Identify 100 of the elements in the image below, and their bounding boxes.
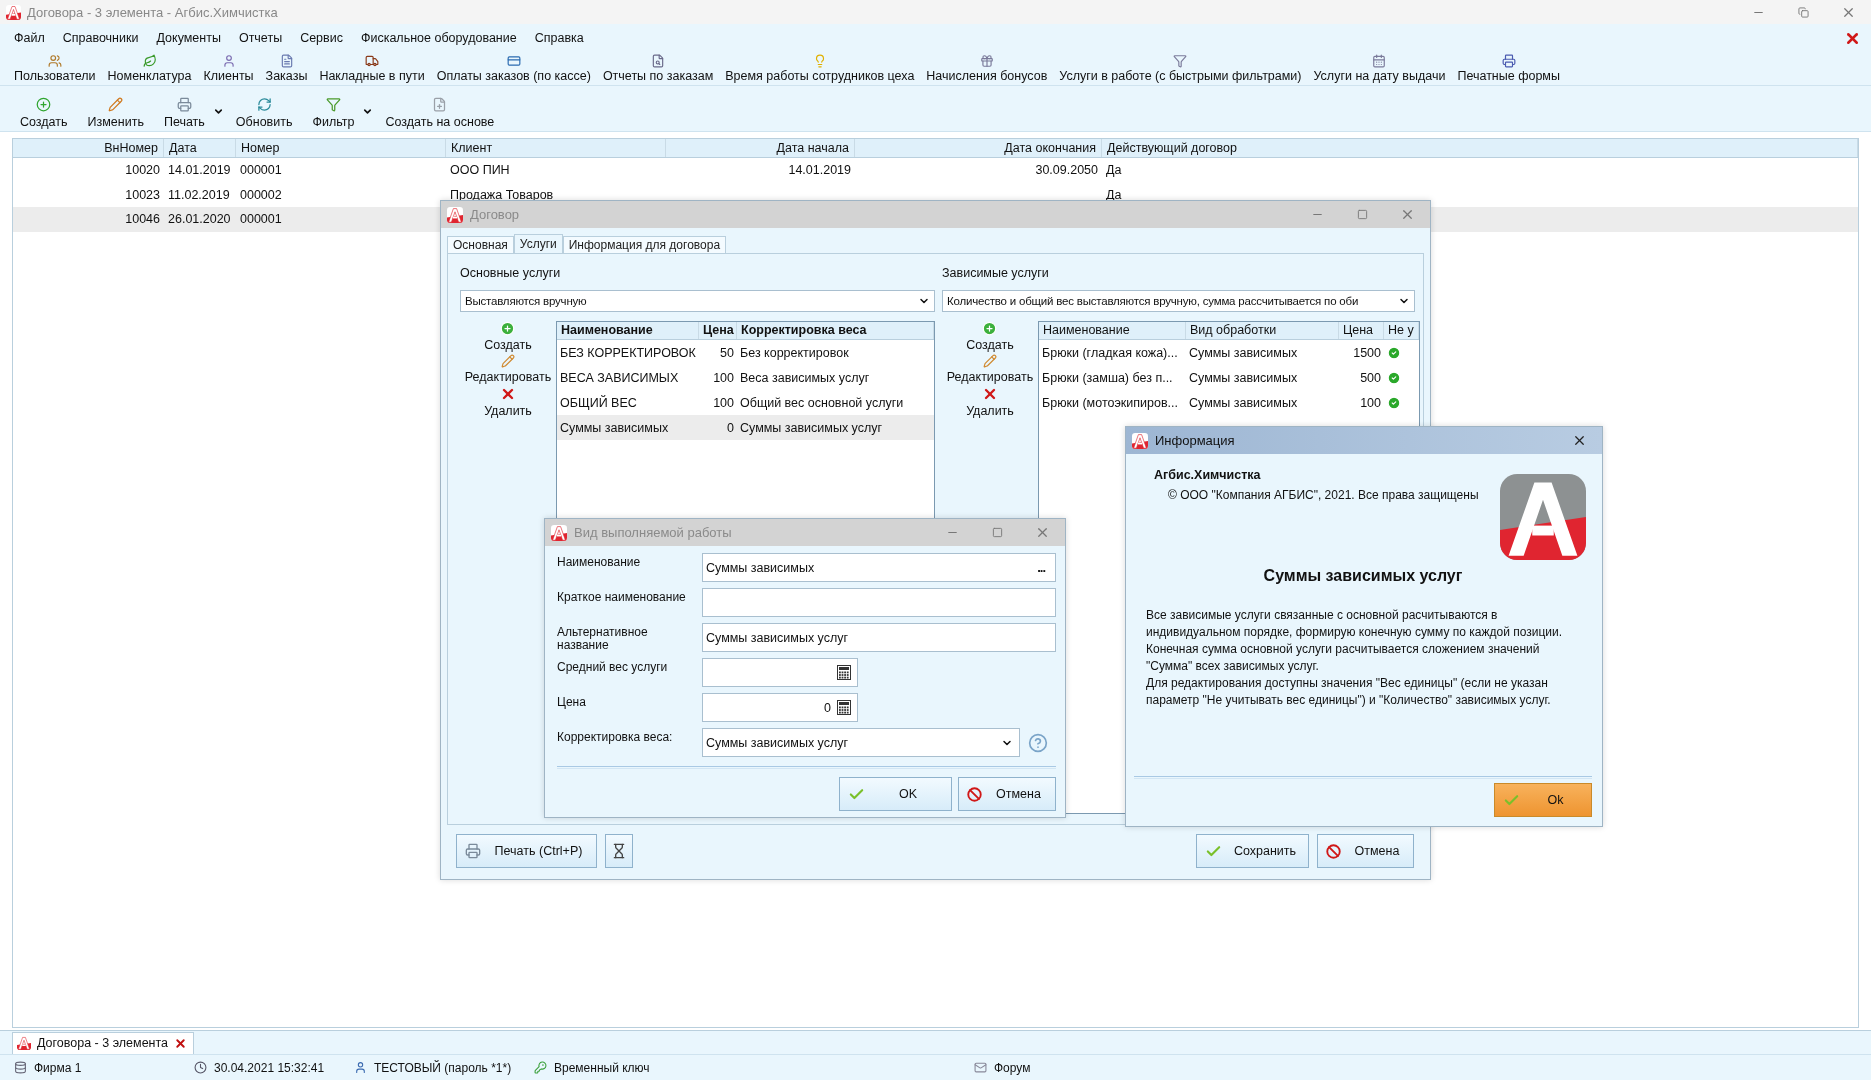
table-cell-text: Суммы зависимых (1188, 370, 1299, 385)
dialog-title: Информация (1155, 433, 1236, 448)
column-header[interactable]: Дата (164, 139, 236, 157)
number-field[interactable] (702, 658, 858, 687)
menu-item[interactable]: Отчеты (238, 31, 283, 45)
column-header[interactable]: Цена (1339, 322, 1384, 339)
input-field[interactable]: Суммы зависимых ... (702, 553, 1056, 582)
ellipsis-button[interactable]: ... (1033, 560, 1049, 575)
toolbar-button[interactable]: Создать (12, 97, 76, 129)
number-field[interactable]: 0 (702, 693, 858, 722)
edit-button[interactable]: Редактировать (464, 354, 552, 384)
save-button[interactable]: Сохранить (1196, 834, 1309, 868)
status-text: Временный ключ (554, 1060, 650, 1075)
column-header[interactable]: Не у (1384, 322, 1419, 339)
menu-item[interactable]: Справка (534, 31, 584, 45)
menu-item[interactable]: Файл (14, 31, 45, 45)
toolbar-button[interactable]: Обновить (227, 97, 301, 129)
menu-item[interactable]: Справочники (62, 31, 139, 45)
toolbar-button[interactable]: Клиенты (201, 54, 256, 83)
table-row[interactable]: Суммы зависимых 0 Суммы зависимых услуг (557, 415, 934, 440)
close-icon[interactable] (174, 1036, 188, 1050)
toolbar-button[interactable]: Создать на основе (377, 97, 503, 129)
table-cell-text: Суммы зависимых (1188, 345, 1299, 360)
column-header[interactable]: Вид обработки (1186, 322, 1339, 339)
dropdown-field[interactable]: Выставляются вручную (460, 290, 935, 312)
column-header[interactable]: Наименование (1039, 322, 1186, 339)
dropdown-caret-icon[interactable] (362, 106, 374, 117)
column-header[interactable]: Действующий договор (1102, 139, 1858, 157)
info-text: Для редактирования доступны значения "Вес единицы" (если не указан параметр "Не учитывать вес единицы") и "Количество" зависимых услуг. (1145, 675, 1552, 709)
print-button[interactable]: Печать (Ctrl+P) (456, 834, 597, 868)
dropdown-field[interactable]: Количество и общий вес выставляются вручную, сумма рассчитывается по оби (942, 290, 1415, 312)
cancel-button[interactable]: Отмена (1317, 834, 1414, 868)
toolbar-button[interactable]: Печатные формы (1455, 54, 1562, 83)
table-cell-text: Веса зависимых услуг (739, 370, 871, 385)
create-button[interactable]: Создать (484, 321, 532, 352)
input-field[interactable]: Суммы зависимых услуг (702, 623, 1056, 652)
table-cell-text: 1500 (1352, 345, 1382, 360)
ok-button[interactable]: Ok (1494, 783, 1592, 817)
section-label: Зависимые услуги (942, 266, 1050, 282)
column-header[interactable]: Корректировка веса (737, 322, 934, 339)
column-header[interactable]: Дата начала (666, 139, 855, 157)
calculator-icon[interactable] (837, 665, 851, 680)
edit-button[interactable]: Редактировать (946, 354, 1034, 384)
column-header[interactable]: ВнНомер (13, 139, 164, 157)
menu-item[interactable]: Фискальное оборудование (360, 31, 517, 45)
status-text: ТЕСТОВЫЙ (пароль *1*) (374, 1060, 512, 1075)
ok-button[interactable]: OK (839, 777, 952, 811)
create-button[interactable]: Создать (966, 321, 1014, 352)
cancel-icon (967, 786, 982, 802)
close-icon[interactable] (1572, 433, 1587, 448)
restore-icon[interactable] (1798, 6, 1809, 18)
toolbar-button[interactable]: Пользователи (12, 54, 98, 83)
input-field[interactable] (702, 588, 1056, 617)
tab[interactable]: Основная (447, 236, 514, 254)
dialog-title: Договор (470, 207, 521, 222)
cancel-button[interactable]: Отмена (958, 777, 1056, 811)
toolbar-button[interactable]: Заказы (263, 54, 310, 83)
delete-button[interactable]: Удалить (966, 386, 1014, 418)
status-text: Фирма 1 (34, 1060, 82, 1075)
toolbar-button[interactable]: Номенклатура (105, 54, 194, 83)
clock-icon (194, 1061, 207, 1074)
toolbar-button[interactable]: Услуги на дату выдачи (1311, 54, 1448, 83)
user-icon (221, 54, 236, 68)
menu-item[interactable]: Сервис (300, 31, 343, 45)
calculator-icon[interactable] (837, 700, 851, 715)
column-header[interactable]: Наименование (557, 322, 699, 339)
toolbar-button[interactable]: Изменить (79, 97, 152, 129)
table-cell-text: Продажа Товаров (449, 187, 555, 202)
pencil-icon (983, 354, 997, 368)
printer-icon (1501, 54, 1516, 68)
toolbar-button[interactable]: Начисления бонусов (924, 54, 1050, 83)
document-tab[interactable]: Договора - 3 элемента (12, 1031, 195, 1054)
table-cell-text: 000001 (239, 163, 283, 178)
menu-item[interactable]: Документы (156, 31, 221, 45)
card-icon (506, 54, 521, 68)
toolbar-button[interactable]: Накладные в пути (317, 54, 427, 83)
toolbar-button[interactable]: Услуги в работе (с быстрыми фильтрами) (1057, 54, 1304, 83)
hourglass-button[interactable] (605, 834, 633, 868)
tab[interactable]: Услуги (513, 234, 563, 254)
table-cell-text: 100 (1359, 395, 1382, 410)
help-icon[interactable] (1028, 733, 1048, 753)
delete-button[interactable]: Удалить (484, 386, 532, 418)
column-header[interactable]: Цена (699, 322, 737, 339)
copyright-text: © ООО "Компания АГБИС", 2021. Все права защищены (1168, 488, 1480, 502)
toolbar-button[interactable]: Печать (155, 97, 213, 129)
column-header[interactable]: Клиент (446, 139, 666, 157)
dropdown-caret-icon[interactable] (212, 106, 224, 117)
toolbar-button[interactable]: Время работы сотрудников цеха (723, 54, 917, 83)
printer-icon (176, 97, 192, 112)
dropdown-field[interactable]: Суммы зависимых услуг (702, 728, 1020, 757)
product-name: Агбис.Химчистка (1154, 468, 1262, 482)
column-header[interactable]: Номер (236, 139, 446, 157)
tab[interactable]: Информация для договора (562, 236, 727, 254)
toolbar-button[interactable]: Оплаты заказов (по кассе) (434, 54, 593, 83)
column-header[interactable]: Дата окончания (855, 139, 1102, 157)
maximize-icon[interactable] (1357, 209, 1368, 220)
maximize-icon[interactable] (992, 527, 1003, 538)
status-text: Форум (994, 1060, 1031, 1075)
toolbar-button[interactable]: Фильтр (304, 97, 363, 129)
toolbar-button[interactable]: Отчеты по заказам (600, 54, 716, 83)
